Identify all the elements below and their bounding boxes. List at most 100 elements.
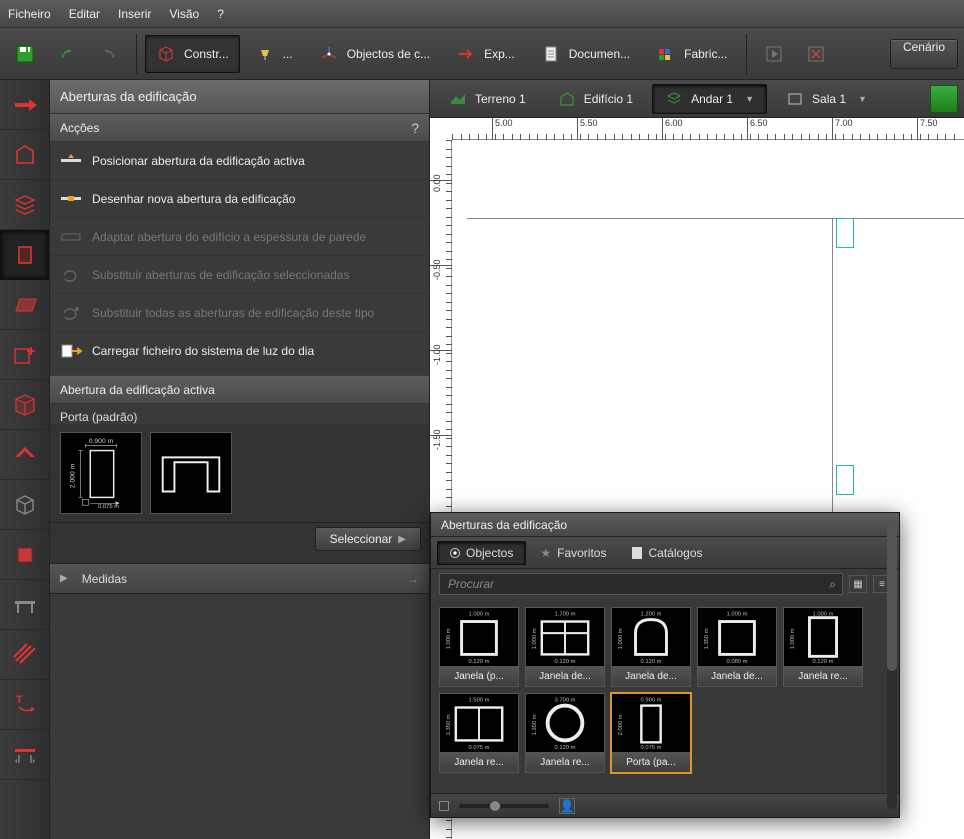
catalog-item[interactable]: 3.700 m0.120 m1.350 mJanela re... xyxy=(525,693,605,773)
menu-insert[interactable]: Inserir xyxy=(118,7,151,21)
stop-button[interactable] xyxy=(797,35,835,73)
menu-help[interactable]: ? xyxy=(217,7,224,21)
export-tab[interactable]: Exp... xyxy=(445,35,526,73)
objects-tab-label: Objectos de c... xyxy=(347,47,430,61)
catalog-item[interactable]: 1.700 m0.120 m1.000 mJanela de... xyxy=(525,607,605,687)
action-position-opening[interactable]: Posicionar abertura da edificação activa xyxy=(50,142,429,180)
breadcrumb-room[interactable]: Sala 1 ▼ xyxy=(773,84,880,114)
menu-view[interactable]: Visão xyxy=(169,7,199,21)
objects-tab[interactable]: Objectos de c... xyxy=(308,35,441,73)
preview-top[interactable] xyxy=(150,432,232,514)
layers-red-icon xyxy=(11,191,39,219)
rail-addroom-tool[interactable] xyxy=(0,330,49,380)
rail-arrow-tool[interactable] xyxy=(0,80,49,130)
rail-color-tool[interactable] xyxy=(0,530,49,580)
rail-building-tool[interactable] xyxy=(0,130,49,180)
catalog-thumbnail: 1.000 m0.120 m1.000 m xyxy=(784,608,862,666)
wall-opening-marker[interactable] xyxy=(836,218,854,248)
draw-icon xyxy=(60,191,82,207)
view-grid-button[interactable]: ▦ xyxy=(849,575,867,593)
scenario-button[interactable]: Cenário xyxy=(890,39,958,69)
svg-text:1.350 m: 1.350 m xyxy=(446,714,452,735)
svg-text:3.700 m: 3.700 m xyxy=(555,698,576,704)
wall-opening-marker[interactable] xyxy=(836,465,854,495)
search-placeholder: Procurar xyxy=(448,577,494,591)
active-opening-name: Porta (padrão) xyxy=(50,404,429,424)
slider-thumb[interactable] xyxy=(489,800,501,812)
tab-label: Favoritos xyxy=(557,546,606,560)
view-3d-button[interactable] xyxy=(930,85,958,113)
undo-icon xyxy=(57,44,77,64)
person-icon[interactable]: 👤 xyxy=(559,798,575,814)
action-replace-all: Substituir todas as aberturas de edifica… xyxy=(50,294,429,332)
action-replace-selected: Substituir aberturas de edificação selec… xyxy=(50,256,429,294)
rail-text-tool[interactable]: T xyxy=(0,680,49,730)
export-arrow-icon xyxy=(456,44,476,64)
help-icon[interactable]: ? xyxy=(411,120,419,136)
rail-roof-tool[interactable] xyxy=(0,430,49,480)
rail-surface-tool[interactable] xyxy=(0,280,49,330)
catalog-footer: 👤 xyxy=(431,793,899,817)
play-button[interactable] xyxy=(755,35,793,73)
svg-text:0.120 m: 0.120 m xyxy=(813,659,834,665)
rail-dimension-tool[interactable] xyxy=(0,730,49,780)
rail-wall-tool[interactable] xyxy=(0,380,49,430)
catalog-grid: 1.000 m0.120 m1.000 mJanela (p...1.700 m… xyxy=(431,599,899,793)
rail-hatch-tool[interactable] xyxy=(0,630,49,680)
measures-row[interactable]: ▶ Medidas → xyxy=(50,564,429,594)
document-tab[interactable]: Documen... xyxy=(530,35,641,73)
lighting-tab[interactable]: ... xyxy=(244,35,304,73)
svg-text:1.000 m: 1.000 m xyxy=(446,628,452,649)
rail-openings-tool[interactable] xyxy=(0,230,49,280)
menu-edit[interactable]: Editar xyxy=(69,7,100,21)
fabric-tab-label: Fabric... xyxy=(684,47,727,61)
preview-front[interactable]: 0.900 m 2.000 m 0.075 m xyxy=(60,432,142,514)
rail-volume-tool[interactable] xyxy=(0,480,49,530)
action-draw-opening[interactable]: Desenhar nova abertura da edificação xyxy=(50,180,429,218)
redo-button[interactable] xyxy=(90,35,128,73)
catalog-item[interactable]: 1.200 m0.120 m1.000 mJanela de... xyxy=(611,607,691,687)
breadcrumb-floor[interactable]: Andar 1 ▼ xyxy=(652,84,767,114)
tab-label: Catálogos xyxy=(648,546,702,560)
catalog-item[interactable]: 1.000 m0.080 m1.350 mJanela de... xyxy=(697,607,777,687)
action-load-daylight[interactable]: Carregar ficheiro do sistema de luz do d… xyxy=(50,332,429,370)
svg-text:1.000 m: 1.000 m xyxy=(790,628,796,649)
action-label: Posicionar abertura da edificação activa xyxy=(92,154,305,168)
rail-floor-tool[interactable] xyxy=(0,180,49,230)
svg-text:T: T xyxy=(16,694,23,706)
search-input[interactable]: Procurar ⌕ xyxy=(439,573,843,595)
breadcrumb-terrain[interactable]: Terreno 1 xyxy=(436,84,539,114)
catalog-item[interactable]: 1.500 m0.075 m1.350 mJanela re... xyxy=(439,693,519,773)
redo-icon xyxy=(99,44,119,64)
catalog-tab-objects[interactable]: Objectos xyxy=(437,541,526,565)
breadcrumb-label: Edifício 1 xyxy=(584,92,633,106)
search-icon: ⌕ xyxy=(829,577,836,592)
catalog-item[interactable]: 1.000 m0.120 m1.000 mJanela re... xyxy=(783,607,863,687)
svg-text:0.075 m: 0.075 m xyxy=(98,504,119,510)
fabric-tab[interactable]: Fabric... xyxy=(645,35,738,73)
left-tool-rail: T xyxy=(0,80,50,839)
undo-button[interactable] xyxy=(48,35,86,73)
svg-text:1.000 m: 1.000 m xyxy=(532,628,538,649)
scrollbar-thumb[interactable] xyxy=(887,599,897,671)
catalog-tab-catalogs[interactable]: Catálogos xyxy=(620,542,714,564)
position-icon xyxy=(60,153,82,169)
svg-text:0.075 m: 0.075 m xyxy=(641,745,662,751)
breadcrumb-building[interactable]: Edifício 1 xyxy=(545,84,646,114)
menu-bar: Ficheiro Editar Inserir Visão ? xyxy=(0,0,964,28)
menu-file[interactable]: Ficheiro xyxy=(8,7,51,21)
catalog-tab-favorites[interactable]: ★ Favoritos xyxy=(528,542,618,564)
action-label: Desenhar nova abertura da edificação xyxy=(92,192,295,206)
select-button[interactable]: Seleccionar ▶ xyxy=(315,527,421,551)
dimension-icon xyxy=(11,741,39,769)
rail-furniture-tool[interactable] xyxy=(0,580,49,630)
construct-tab[interactable]: Constr... xyxy=(145,35,240,73)
save-button[interactable] xyxy=(6,35,44,73)
catalog-item[interactable]: 0.900 m0.075 m2.000 mPorta (pa... xyxy=(611,693,691,773)
svg-text:1.700 m: 1.700 m xyxy=(555,612,576,618)
zoom-slider[interactable] xyxy=(459,804,549,808)
catalog-item[interactable]: 1.000 m0.120 m1.000 mJanela (p... xyxy=(439,607,519,687)
svg-text:0.900 m: 0.900 m xyxy=(641,698,662,704)
wall-icon xyxy=(11,391,39,419)
scrollbar[interactable] xyxy=(887,599,897,793)
